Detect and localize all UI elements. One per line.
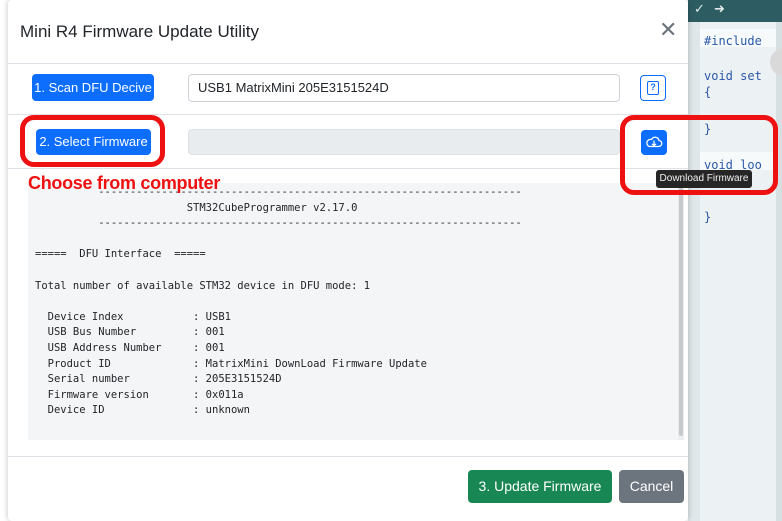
dialog-header: Mini R4 Firmware Update Utility ✕ — [8, 0, 688, 64]
code-line: } — [704, 210, 712, 224]
editor-scrollbar[interactable] — [776, 22, 782, 521]
editor-toolbar: ✓ ➜ — [688, 0, 782, 22]
code-line: { — [704, 85, 712, 99]
help-button[interactable]: ? — [640, 75, 666, 101]
code-line: void set — [704, 69, 762, 83]
divider — [8, 168, 688, 169]
cancel-button[interactable]: Cancel — [619, 470, 684, 503]
annotation-label: Choose from computer — [28, 173, 221, 193]
download-tooltip: Download Firmware — [656, 170, 752, 188]
avatar-circle-icon — [770, 48, 782, 76]
log-text: ----------------------------------------… — [35, 186, 522, 417]
upload-icon[interactable]: ➜ — [714, 2, 725, 17]
annotation-highlight-select — [20, 115, 165, 167]
update-firmware-button[interactable]: 3. Update Firmware — [468, 470, 612, 503]
device-field[interactable]: USB1 MatrixMini 205E3151524D — [188, 74, 620, 102]
question-square-icon: ? — [647, 81, 659, 95]
editor-gutter — [688, 22, 700, 521]
output-log: ----------------------------------------… — [28, 183, 678, 440]
scan-dfu-device-button[interactable]: 1. Scan DFU Decive — [32, 74, 154, 101]
code-line: #include — [704, 34, 762, 48]
divider — [8, 456, 688, 457]
verify-icon[interactable]: ✓ — [694, 2, 705, 17]
firmware-path-field[interactable] — [188, 129, 620, 155]
log-scrollbar-thumb[interactable] — [679, 186, 683, 436]
dialog-title: Mini R4 Firmware Update Utility — [20, 22, 259, 41]
close-icon[interactable]: ✕ — [659, 20, 677, 42]
firmware-update-dialog: Mini R4 Firmware Update Utility ✕ 1. Sca… — [8, 0, 688, 521]
